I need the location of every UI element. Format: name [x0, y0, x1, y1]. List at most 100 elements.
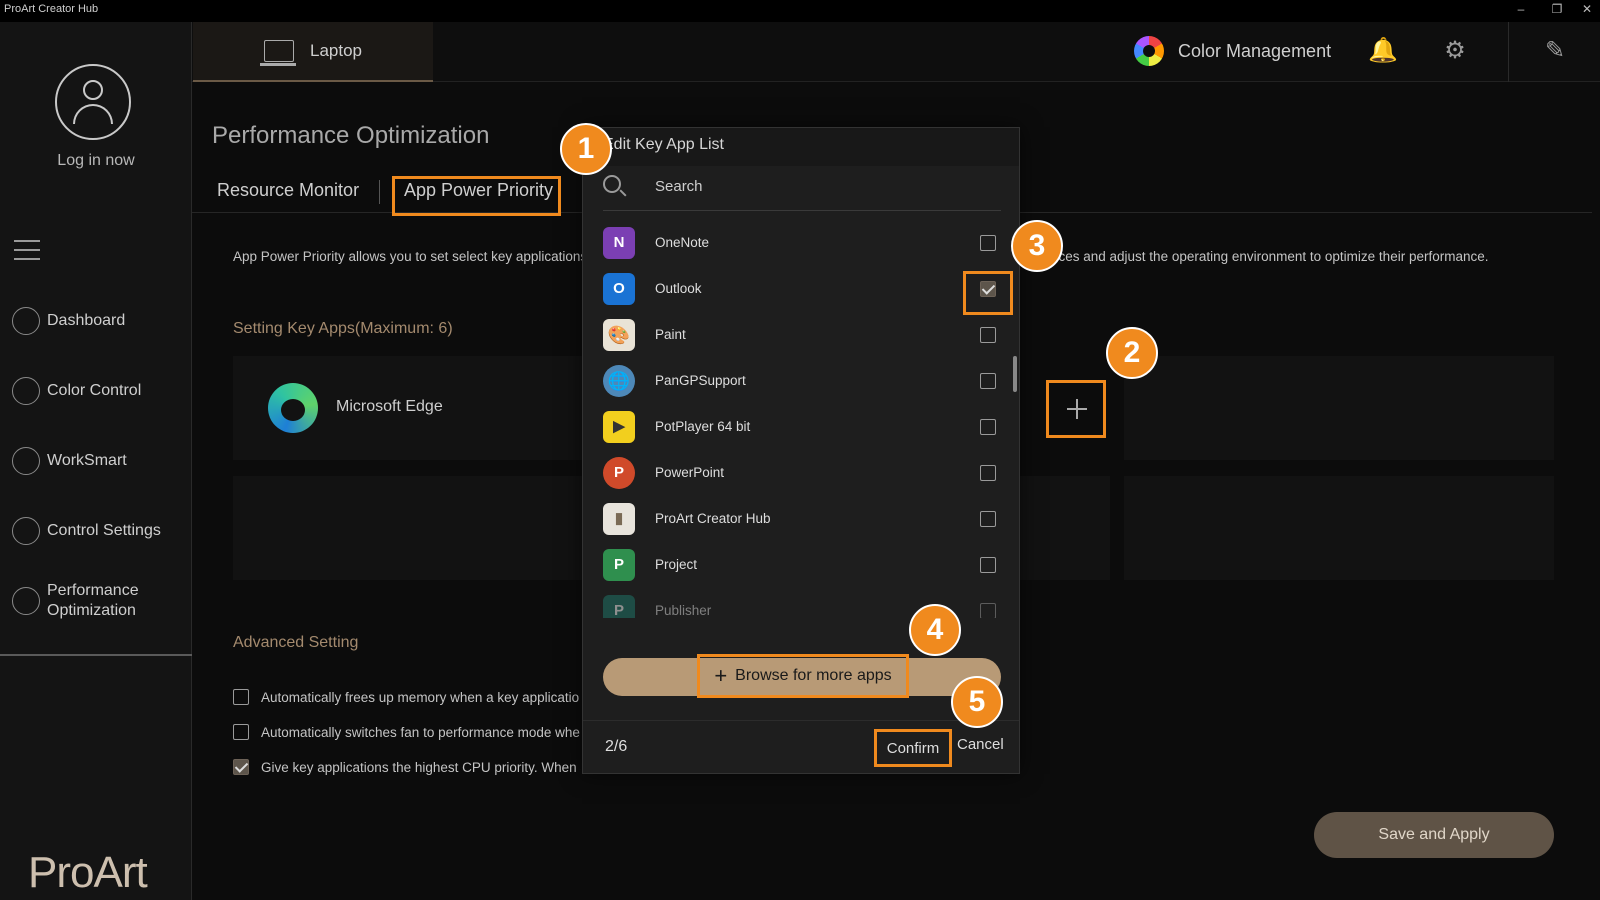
project-icon: P	[603, 549, 635, 581]
dashboard-icon	[12, 307, 40, 335]
sidebar-item-color-control[interactable]: Color Control	[12, 367, 188, 415]
search-underline	[603, 210, 1001, 211]
key-app-slot[interactable]	[1020, 476, 1110, 580]
list-item[interactable]: ▶ PotPlayer 64 bit	[583, 404, 1019, 450]
checkbox[interactable]	[233, 689, 249, 705]
outlook-icon: O	[603, 273, 635, 305]
feedback-icon[interactable]: ✎	[1540, 36, 1570, 66]
color-management-button[interactable]: Color Management	[1134, 36, 1331, 66]
app-list: N OneNote O Outlook 🎨 Paint 🌐 PanGPSuppo…	[583, 220, 1019, 618]
device-label: Laptop	[310, 41, 362, 60]
color-control-icon	[12, 377, 40, 405]
close-button[interactable]: ✕	[1576, 2, 1598, 18]
proart-icon: ▮	[603, 503, 635, 535]
minimize-button[interactable]: –	[1510, 2, 1532, 18]
avatar-icon[interactable]	[55, 64, 131, 140]
key-app-slot[interactable]	[1124, 476, 1554, 580]
checkbox[interactable]	[233, 724, 249, 740]
checkbox[interactable]	[980, 603, 996, 618]
control-settings-icon	[12, 517, 40, 545]
sidebar-item-label: Dashboard	[47, 312, 126, 329]
device-tab-laptop[interactable]: Laptop	[193, 22, 433, 82]
browse-more-apps-label[interactable]: + Browse for more apps	[697, 654, 909, 698]
checkbox-checked[interactable]	[233, 759, 249, 775]
gear-icon[interactable]: ⚙	[1440, 36, 1470, 66]
key-app-slot[interactable]	[1124, 356, 1554, 460]
title-bar: ProArt Creator Hub – ❐ ✕	[0, 0, 1600, 22]
plus-icon: +	[714, 663, 728, 688]
active-nav-indicator	[0, 654, 192, 656]
app-name: ProArt Creator Hub	[655, 511, 771, 526]
login-link[interactable]: Log in now	[0, 152, 192, 170]
key-app-slot[interactable]	[233, 476, 583, 580]
sidebar-item-label: Color Control	[47, 382, 142, 399]
step-badge-2: 2	[1106, 327, 1158, 379]
bell-icon[interactable]: 🔔	[1368, 36, 1398, 66]
step-badge-3: 3	[1011, 220, 1063, 272]
edit-key-app-dialog: Edit Key App List N OneNote O Outlook 🎨 …	[582, 127, 1020, 774]
tab-resource-monitor[interactable]: Resource Monitor	[217, 180, 359, 201]
checkbox[interactable]	[980, 465, 996, 481]
step-badge-4: 4	[909, 604, 961, 656]
list-item[interactable]: O Outlook	[583, 266, 1019, 312]
powerpoint-icon: P	[603, 457, 635, 489]
cancel-button[interactable]: Cancel	[957, 736, 1004, 753]
hamburger-menu-icon[interactable]	[14, 240, 40, 267]
highlight-outlook-checkbox	[963, 271, 1013, 315]
page-description-tail: rces and adjust the operating environmen…	[1054, 249, 1489, 264]
app-name: Project	[655, 557, 698, 572]
step-badge-1: 1	[560, 123, 612, 175]
app-name: Outlook	[655, 281, 702, 296]
advanced-option[interactable]: Automatically frees up memory when a key…	[233, 689, 581, 705]
selected-count: 2/6	[605, 738, 628, 755]
restore-button[interactable]: ❐	[1546, 2, 1568, 18]
sidebar-item-label: WorkSmart	[47, 452, 127, 469]
sidebar-item-label: Control Settings	[47, 522, 161, 539]
dialog-footer-divider	[583, 720, 1019, 721]
potplayer-icon: ▶	[603, 411, 635, 443]
globe-icon: 🌐	[603, 365, 635, 397]
checkbox[interactable]	[980, 235, 996, 251]
advanced-option-label: Automatically frees up memory when a key…	[261, 689, 580, 705]
advanced-option[interactable]: Give key applications the highest CPU pr…	[233, 759, 581, 775]
checkbox[interactable]	[980, 373, 996, 389]
page-title: Performance Optimization	[212, 122, 490, 149]
scrollbar[interactable]	[1013, 356, 1017, 392]
checkbox[interactable]	[980, 557, 996, 573]
laptop-icon	[260, 40, 296, 66]
list-item[interactable]: 🎨 Paint	[583, 312, 1019, 358]
app-name: PotPlayer 64 bit	[655, 419, 751, 434]
window-title: ProArt Creator Hub	[4, 3, 99, 15]
publisher-icon: P	[603, 595, 635, 618]
search-input[interactable]	[655, 172, 985, 200]
list-item[interactable]: N OneNote	[583, 220, 1019, 266]
save-and-apply-button[interactable]: Save and Apply	[1314, 812, 1554, 858]
worksmart-icon	[12, 447, 40, 475]
search-icon	[603, 175, 621, 193]
sidebar-item-label: Performance Optimization	[47, 582, 139, 619]
paint-icon: 🎨	[603, 319, 635, 351]
dialog-title: Edit Key App List	[603, 136, 724, 153]
advanced-option-label: Automatically switches fan to performanc…	[261, 724, 580, 740]
sidebar-item-performance-optimization[interactable]: Performance Optimization	[12, 577, 188, 625]
checkbox[interactable]	[980, 327, 996, 343]
sidebar-item-dashboard[interactable]: Dashboard	[12, 297, 188, 345]
list-item[interactable]: 🌐 PanGPSupport	[583, 358, 1019, 404]
edge-icon	[268, 383, 318, 433]
performance-icon	[12, 587, 40, 615]
list-item[interactable]: P Project	[583, 542, 1019, 588]
advanced-setting-title: Advanced Setting	[233, 634, 359, 651]
key-app-name: Microsoft Edge	[336, 398, 443, 415]
advanced-option[interactable]: Automatically switches fan to performanc…	[233, 724, 581, 740]
list-item[interactable]: ▮ ProArt Creator Hub	[583, 496, 1019, 542]
confirm-button[interactable]: Confirm	[874, 729, 952, 767]
add-key-app-button[interactable]	[1046, 380, 1106, 438]
proart-logo: ProArt	[28, 848, 148, 897]
checkbox[interactable]	[980, 511, 996, 527]
list-item[interactable]: P PowerPoint	[583, 450, 1019, 496]
sidebar-item-control-settings[interactable]: Control Settings	[12, 507, 188, 555]
app-name: Paint	[655, 327, 686, 342]
sidebar-item-worksmart[interactable]: WorkSmart	[12, 437, 188, 485]
checkbox[interactable]	[980, 419, 996, 435]
app-name: PanGPSupport	[655, 373, 746, 388]
